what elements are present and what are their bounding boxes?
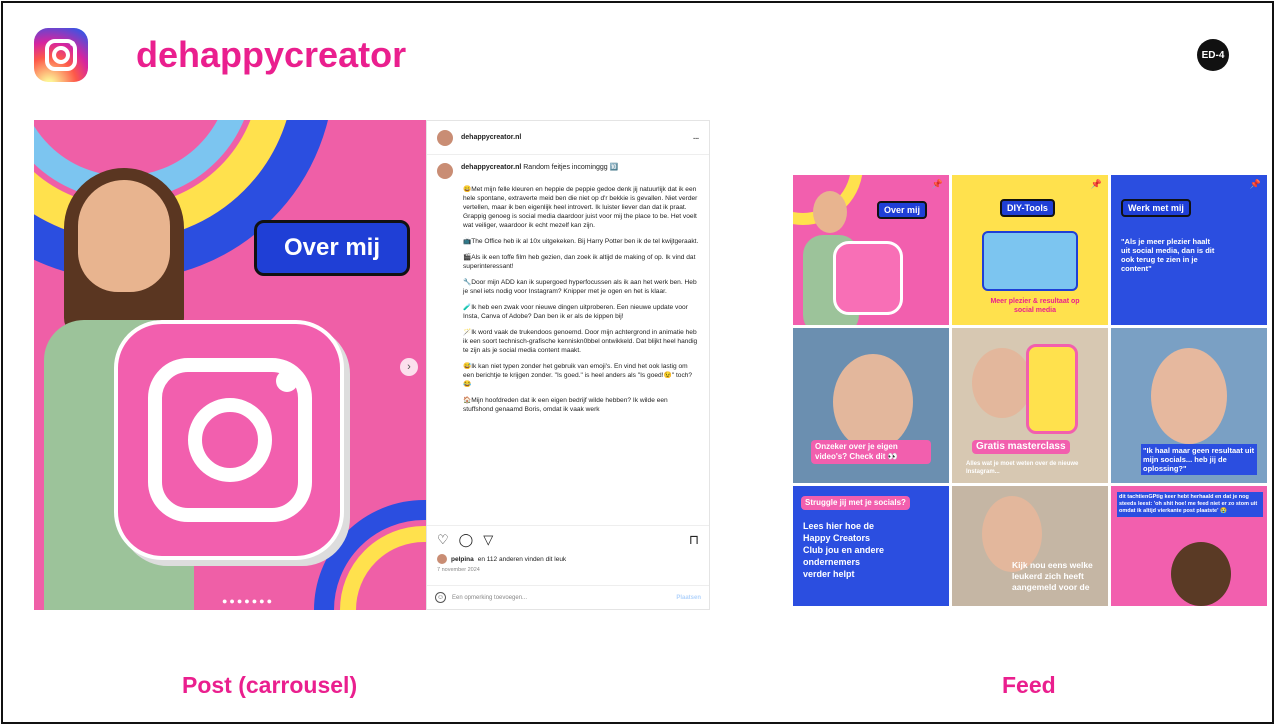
feed-grid: Over mij 📌 DIY-Tools Meer plezier & resu… <box>793 175 1267 610</box>
feed-tile[interactable]: Struggle jij met je socials? Lees hier h… <box>793 486 949 606</box>
feed-tile[interactable]: "Ik haal maar geen resultaat uit mijn so… <box>1111 328 1267 483</box>
more-options-icon[interactable]: ... <box>693 134 699 141</box>
comment-icon[interactable]: ◯ <box>459 532 474 548</box>
tile-label: Onzeker over je eigen video's? Check dit… <box>811 440 931 464</box>
slide-badge: ED-4 <box>1197 39 1229 71</box>
comment-input[interactable]: Een opmerking toevoegen... <box>452 595 527 601</box>
over-mij-label: Over mij <box>254 220 410 276</box>
instagram-sign-icon <box>114 320 344 560</box>
post-header: dehappycreator.nl ... <box>427 121 709 155</box>
caption-username[interactable]: dehappycreator.nl <box>461 164 521 171</box>
liker-avatar <box>437 554 447 564</box>
pin-icon: 📌 <box>1249 179 1261 189</box>
like-heart-icon[interactable]: ♡ <box>437 532 449 548</box>
tile-label: Werk met mij <box>1121 199 1191 217</box>
tile-label: Kijk nou eens welke leukerd zich heeft a… <box>1012 560 1093 592</box>
bookmark-icon[interactable]: ⊓ <box>689 532 699 548</box>
liker-username[interactable]: pelpina <box>451 556 474 563</box>
tile-label: DIY-Tools <box>1000 199 1055 217</box>
caption-paragraph: 🧪Ik heb een zwak voor nieuwe dingen uitp… <box>463 304 688 320</box>
feed-tile[interactable]: dit tachtienGPtig keer hebt herhaald en … <box>1111 486 1267 606</box>
avatar[interactable] <box>437 129 453 146</box>
feed-tile[interactable]: Over mij 📌 <box>793 175 949 325</box>
caption-paragraph: 🎬Als ik een toffe film heb gezien, dan z… <box>463 254 696 270</box>
feed-tile[interactable]: Onzeker over je eigen video's? Check dit… <box>793 328 949 483</box>
caption-paragraph: 🔧Door mijn ADD kan ik supergoed hyperfoc… <box>463 279 697 295</box>
emoji-icon[interactable]: ☺ <box>435 592 446 603</box>
post-username[interactable]: dehappycreator.nl <box>461 134 521 141</box>
post-actions: ♡ ◯ ▽ ⊓ pelpina en 112 anderen vinden di… <box>427 525 709 587</box>
caption-paragraph: 🪄Ik word vaak de trukendoos genoemd. Doo… <box>463 329 698 354</box>
share-icon[interactable]: ▽ <box>483 532 493 548</box>
feed-section-caption: Feed <box>1002 672 1056 698</box>
tile-label: dit tachtienGPtig keer hebt herhaald en … <box>1117 492 1263 517</box>
tile-quote: "Als je meer plezier haalt uit social me… <box>1121 237 1215 273</box>
feed-tile[interactable]: Gratis masterclass Alles wat je moet wet… <box>952 328 1108 483</box>
tile-label: Gratis masterclass <box>972 440 1070 454</box>
likes-line: pelpina en 112 anderen vinden dit leuk <box>437 554 699 564</box>
instagram-icon <box>34 28 88 82</box>
person-face <box>78 180 170 292</box>
carousel-dots: ●●●●●●● <box>222 596 275 606</box>
post-section-caption: Post (carrousel) <box>182 672 358 698</box>
caption-paragraph: 😄Met mijn felle kleuren en heppie de pep… <box>463 186 698 229</box>
pin-icon: 📌 <box>931 179 943 189</box>
feed-tile[interactable]: Kijk nou eens welke leukerd zich heeft a… <box>952 486 1108 606</box>
account-title: dehappycreator <box>136 34 407 75</box>
feed-tile[interactable]: DIY-Tools Meer plezier & resultaat op so… <box>952 175 1108 325</box>
feed-tile[interactable]: Werk met mij "Als je meer plezier haalt … <box>1111 175 1267 325</box>
likes-count[interactable]: en 112 anderen vinden dit leuk <box>478 556 566 563</box>
tile-label: Struggle jij met je socials? <box>801 496 910 510</box>
caption-paragraph: 📺The Office heb ik al 10x uitgekeken. Bi… <box>463 238 699 245</box>
tile-subtitle: Meer plezier & resultaat op social media <box>990 298 1080 314</box>
post-comment-button[interactable]: Plaatsen <box>676 595 701 601</box>
carousel-image[interactable]: Over mij › ●●●●●●● <box>34 120 426 610</box>
caption-paragraph: 😅Ik kan niet typen zonder het gebruik va… <box>463 363 693 388</box>
tile-subtitle: Lees hier hoe de Happy Creators Club jou… <box>803 521 885 579</box>
post-date: 7 november 2024 <box>437 567 480 573</box>
caption-paragraph: 🏠Mijn hoofdreden dat ik een eigen bedrij… <box>463 397 668 413</box>
tile-subtitle: Alles wat je moet weten over de nieuwe I… <box>966 461 1079 475</box>
caption-title: Random feitjes incominggg 🔟 <box>523 164 619 171</box>
tile-label: Over mij <box>877 201 928 219</box>
tile-label: "Ik haal maar geen resultaat uit mijn so… <box>1141 444 1257 475</box>
post-caption: dehappycreator.nl Random feitjes incomin… <box>427 155 709 525</box>
comment-bar: ☺ Een opmerking toevoegen... Plaatsen <box>427 585 709 609</box>
carousel-next-icon[interactable]: › <box>400 358 418 376</box>
caption-avatar[interactable] <box>437 163 453 179</box>
pin-icon: 📌 <box>1090 179 1102 189</box>
post-panel: dehappycreator.nl ... dehappycreator.nl … <box>426 120 710 610</box>
